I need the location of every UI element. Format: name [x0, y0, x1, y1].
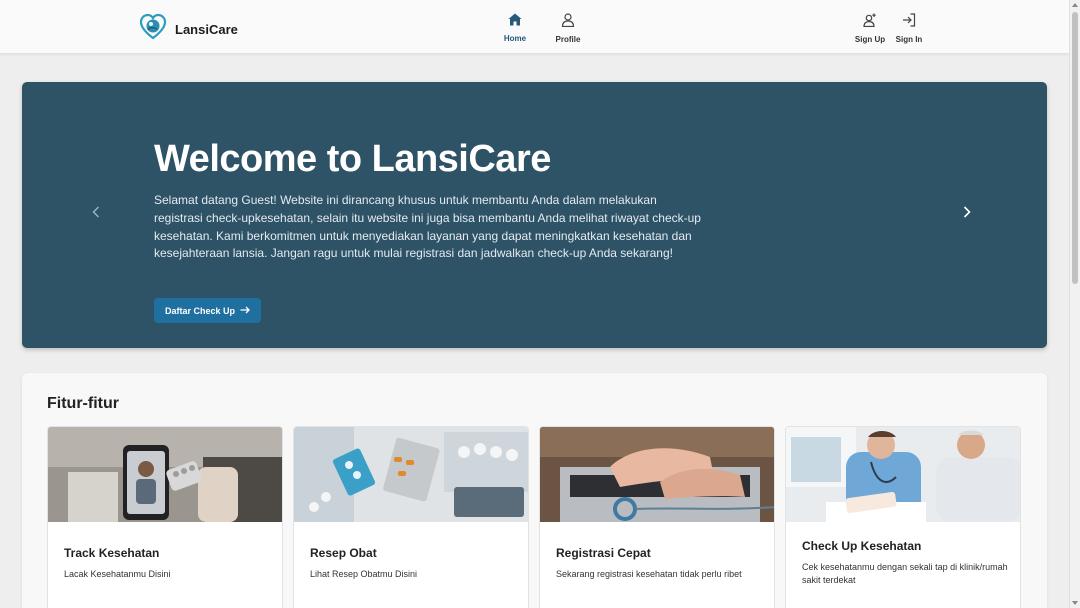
- features-section: Fitur-fitur Track Kesehatan Lacak Keseha…: [22, 373, 1047, 608]
- card-title: Check Up Kesehatan: [802, 539, 922, 553]
- home-icon: [508, 13, 522, 31]
- logo-icon: [139, 13, 167, 46]
- brand[interactable]: LansiCare: [139, 13, 238, 46]
- page-scrollbar[interactable]: [1069, 0, 1080, 608]
- card-description: Sekarang registrasi kesehatan tidak perl…: [556, 569, 742, 579]
- track-health-image: [48, 427, 282, 522]
- nav-profile-label: Profile: [555, 35, 581, 44]
- hero-carousel: Welcome to LansiCare Selamat datang Gues…: [22, 82, 1047, 348]
- card-description: Cek kesehatanmu dengan sekali tap di kli…: [802, 562, 1008, 585]
- user-icon: [561, 13, 575, 32]
- chevron-right-icon: [963, 205, 971, 223]
- nav-home[interactable]: Home: [490, 13, 540, 43]
- card-title: Resep Obat: [310, 546, 377, 560]
- brand-name: LansiCare: [175, 22, 238, 37]
- user-plus-icon: [863, 13, 877, 32]
- scroll-down-arrow-icon[interactable]: [1072, 601, 1078, 605]
- scroll-up-arrow-icon[interactable]: [1072, 3, 1078, 7]
- chevron-left-icon: [92, 205, 100, 223]
- quick-registration-image: [540, 427, 774, 522]
- feature-card-track-health[interactable]: Track Kesehatan Lacak Kesehatanmu Disini: [47, 426, 283, 608]
- scrollbar-thumb[interactable]: [1072, 12, 1078, 284]
- sign-in-icon: [902, 13, 916, 32]
- card-title: Track Kesehatan: [64, 546, 160, 560]
- register-checkup-button[interactable]: Daftar Check Up: [154, 298, 261, 323]
- carousel-next-button[interactable]: [959, 204, 975, 224]
- carousel-prev-button[interactable]: [88, 204, 104, 224]
- feature-card-quick-registration[interactable]: Registrasi Cepat Sekarang registrasi kes…: [539, 426, 775, 608]
- health-checkup-image: [786, 427, 1020, 522]
- prescription-image: [294, 427, 528, 522]
- card-title: Registrasi Cepat: [556, 546, 651, 560]
- card-description: Lacak Kesehatanmu Disini: [64, 569, 171, 579]
- nav-profile[interactable]: Profile: [543, 13, 593, 44]
- arrow-right-icon: [240, 306, 250, 316]
- hero-title: Welcome to LansiCare: [154, 138, 551, 180]
- nav-signup-label: Sign Up: [854, 35, 886, 44]
- nav-signin[interactable]: Sign In: [884, 13, 934, 44]
- top-navbar: LansiCare Home Profile Sign Up Sign In: [0, 0, 1069, 54]
- feature-card-prescription[interactable]: Resep Obat Lihat Resep Obatmu Disini: [293, 426, 529, 608]
- feature-card-health-checkup[interactable]: Check Up Kesehatan Cek kesehatanmu denga…: [785, 426, 1021, 608]
- register-checkup-label: Daftar Check Up: [164, 305, 236, 316]
- nav-signin-label: Sign In: [895, 35, 923, 44]
- card-description: Lihat Resep Obatmu Disini: [310, 569, 418, 579]
- features-title: Fitur-fitur: [47, 395, 119, 412]
- nav-home-label: Home: [503, 34, 527, 43]
- hero-description: Selamat datang Guest! Website ini diranc…: [154, 193, 701, 261]
